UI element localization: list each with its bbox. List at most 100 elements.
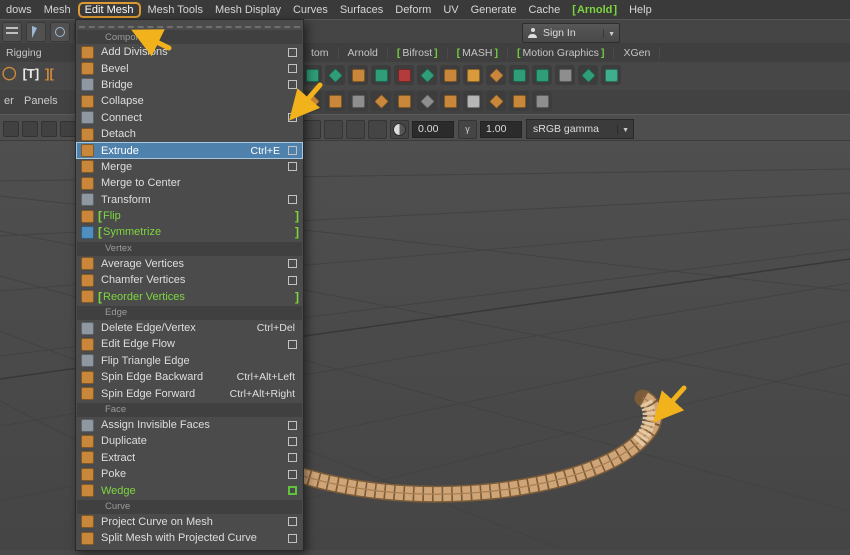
menubar-item-deform[interactable]: Deform: [389, 3, 437, 17]
viewport-mini-icon[interactable]: [3, 121, 19, 137]
camera-settings-icon[interactable]: [302, 119, 321, 139]
shelf-tool-icon-17[interactable]: [348, 91, 368, 111]
menubar-item-help[interactable]: Help: [623, 3, 658, 17]
colorspace-caret-icon[interactable]: ▼: [617, 124, 633, 134]
shelf-tool-icon-10[interactable]: [509, 65, 529, 85]
menubar-item-cache[interactable]: Cache: [522, 3, 566, 17]
field-chart-icon[interactable]: [368, 119, 387, 139]
menu-item-project-curve-on-mesh[interactable]: Project Curve on Mesh: [76, 514, 303, 530]
shelf-tool-icon-20[interactable]: [417, 91, 437, 111]
shelf-tool-icon-14[interactable]: [601, 65, 621, 85]
shelf-tab-bifrost[interactable]: Bifrost: [388, 46, 448, 59]
shelf-tool-icon-7[interactable]: [440, 65, 460, 85]
menu-item-poke[interactable]: Poke: [76, 466, 303, 482]
shelf-tab-motion-graphics[interactable]: Motion Graphics: [508, 46, 615, 59]
shelf-tool-icon-12[interactable]: [555, 65, 575, 85]
menu-item-flip-triangle-edge[interactable]: Flip Triangle Edge: [76, 353, 303, 369]
menubar-item-curves[interactable]: Curves: [287, 3, 334, 17]
viewport-mini-icon[interactable]: [41, 121, 57, 137]
option-box[interactable]: [288, 486, 297, 496]
bracket-tool-icon[interactable]: ][: [45, 66, 54, 81]
menu-item-connect[interactable]: Connect: [76, 110, 303, 126]
gamma-field[interactable]: 1.00: [480, 120, 522, 138]
shelf-tool-icon-22[interactable]: [463, 91, 483, 111]
shelf-tool-icon-5[interactable]: [394, 65, 414, 85]
menubar-item-edit-mesh[interactable]: Edit Mesh: [77, 1, 141, 18]
sign-in-caret-icon[interactable]: ▼: [603, 28, 619, 38]
shelf-tab-mash[interactable]: MASH: [448, 46, 508, 59]
menu-item-split-mesh-with-projected-curve[interactable]: Split Mesh with Projected Curve: [76, 530, 303, 546]
option-box[interactable]: [288, 47, 297, 57]
shelf-tool-icon-6[interactable]: [417, 65, 437, 85]
shelf-tool-icon-11[interactable]: [532, 65, 552, 85]
menu-item-detach[interactable]: Detach: [76, 126, 303, 142]
option-box[interactable]: [288, 517, 297, 527]
option-box[interactable]: [288, 195, 297, 205]
menu-item-chamfer-vertices[interactable]: Chamfer Vertices: [76, 272, 303, 288]
menubar-item-generate[interactable]: Generate: [465, 3, 523, 17]
shelf-tool-icon-24[interactable]: [509, 91, 529, 111]
exposure-icon[interactable]: [390, 119, 409, 139]
option-box[interactable]: [288, 162, 297, 172]
shelf-tab-arnold[interactable]: Arnold: [339, 46, 388, 59]
shelf-tab-rigging[interactable]: Rigging: [6, 47, 42, 59]
option-box[interactable]: [288, 533, 297, 543]
menu-item-wedge[interactable]: Wedge: [76, 482, 303, 498]
select-tool-icon[interactable]: [26, 21, 46, 42]
shelf-tool-icon-16[interactable]: [325, 91, 345, 111]
menu-item-edit-edge-flow[interactable]: Edit Edge Flow: [76, 336, 303, 352]
gate-mask-icon[interactable]: [346, 119, 365, 139]
menu-item-merge-to-center[interactable]: Merge to Center: [76, 175, 303, 191]
shelf-tool-icon-21[interactable]: [440, 91, 460, 111]
menubar-item-mesh-tools[interactable]: Mesh Tools: [142, 3, 209, 17]
menubar-item-uv[interactable]: UV: [437, 3, 464, 17]
option-box[interactable]: [288, 436, 297, 446]
viewport-mini-icon[interactable]: [60, 121, 76, 137]
menu-item-collapse[interactable]: Collapse: [76, 93, 303, 109]
option-box[interactable]: [288, 453, 297, 463]
menu-item-duplicate[interactable]: Duplicate: [76, 433, 303, 449]
option-box[interactable]: [288, 469, 297, 479]
shelf-tool-icon-4[interactable]: [371, 65, 391, 85]
option-box[interactable]: [288, 339, 297, 349]
shelf-tool-icon-23[interactable]: [486, 91, 506, 111]
menu-item-flip[interactable]: [Flip]: [76, 208, 303, 224]
menu-item-merge[interactable]: Merge: [76, 159, 303, 175]
menu-item-assign-invisible-faces[interactable]: Assign Invisible Faces: [76, 417, 303, 433]
resolution-gate-icon[interactable]: [324, 119, 343, 139]
colorspace-dropdown[interactable]: sRGB gamma ▼: [526, 119, 634, 139]
menubar-item-surfaces[interactable]: Surfaces: [334, 3, 389, 17]
option-box[interactable]: [288, 420, 297, 430]
menu-item-delete-edge-vertex[interactable]: Delete Edge/Vertex Ctrl+Del: [76, 320, 303, 336]
menu-toggle-icon[interactable]: [2, 21, 22, 42]
menubar-item-mesh-display[interactable]: Mesh Display: [209, 3, 287, 17]
option-box[interactable]: [288, 113, 297, 123]
menubar-item-dows[interactable]: dows: [0, 3, 38, 17]
menu-item-spin-edge-backward[interactable]: Spin Edge Backward Ctrl+Alt+Left: [76, 369, 303, 385]
shelf-tool-icon-13[interactable]: [578, 65, 598, 85]
option-box[interactable]: [288, 146, 297, 156]
exposure-field[interactable]: 0.00: [412, 120, 454, 138]
viewport-mini-icon[interactable]: [22, 121, 38, 137]
option-box[interactable]: [288, 259, 297, 269]
menu-item-add-divisions[interactable]: Add Divisions: [76, 44, 303, 60]
menu-item-symmetrize[interactable]: [Symmetrize]: [76, 224, 303, 240]
option-box[interactable]: [288, 80, 297, 90]
menu-item-extract[interactable]: Extract: [76, 450, 303, 466]
shelf-tab-xgen[interactable]: XGen: [614, 46, 661, 59]
ring-tool-icon[interactable]: ◯: [2, 65, 17, 81]
menu-item-bridge[interactable]: Bridge: [76, 77, 303, 93]
shelf-tool-icon-9[interactable]: [486, 65, 506, 85]
type-tool-icon[interactable]: [T]: [23, 66, 40, 81]
shelf-tool-icon-25[interactable]: [532, 91, 552, 111]
menu-item-reorder-vertices[interactable]: [Reorder Vertices]: [76, 288, 303, 304]
sign-in-button[interactable]: Sign In ▼: [522, 23, 620, 43]
panel-menu-panels[interactable]: Panels: [24, 95, 58, 107]
menu-tearoff-handle[interactable]: [79, 21, 300, 28]
menu-item-spin-edge-forward[interactable]: Spin Edge Forward Ctrl+Alt+Right: [76, 385, 303, 401]
panel-menu-renderer[interactable]: er: [4, 95, 14, 107]
shelf-tool-icon-2[interactable]: [325, 65, 345, 85]
extruded-mesh[interactable]: [239, 389, 663, 503]
shelf-tool-icon-15[interactable]: [302, 91, 322, 111]
shelf-tool-icon-1[interactable]: [302, 65, 322, 85]
